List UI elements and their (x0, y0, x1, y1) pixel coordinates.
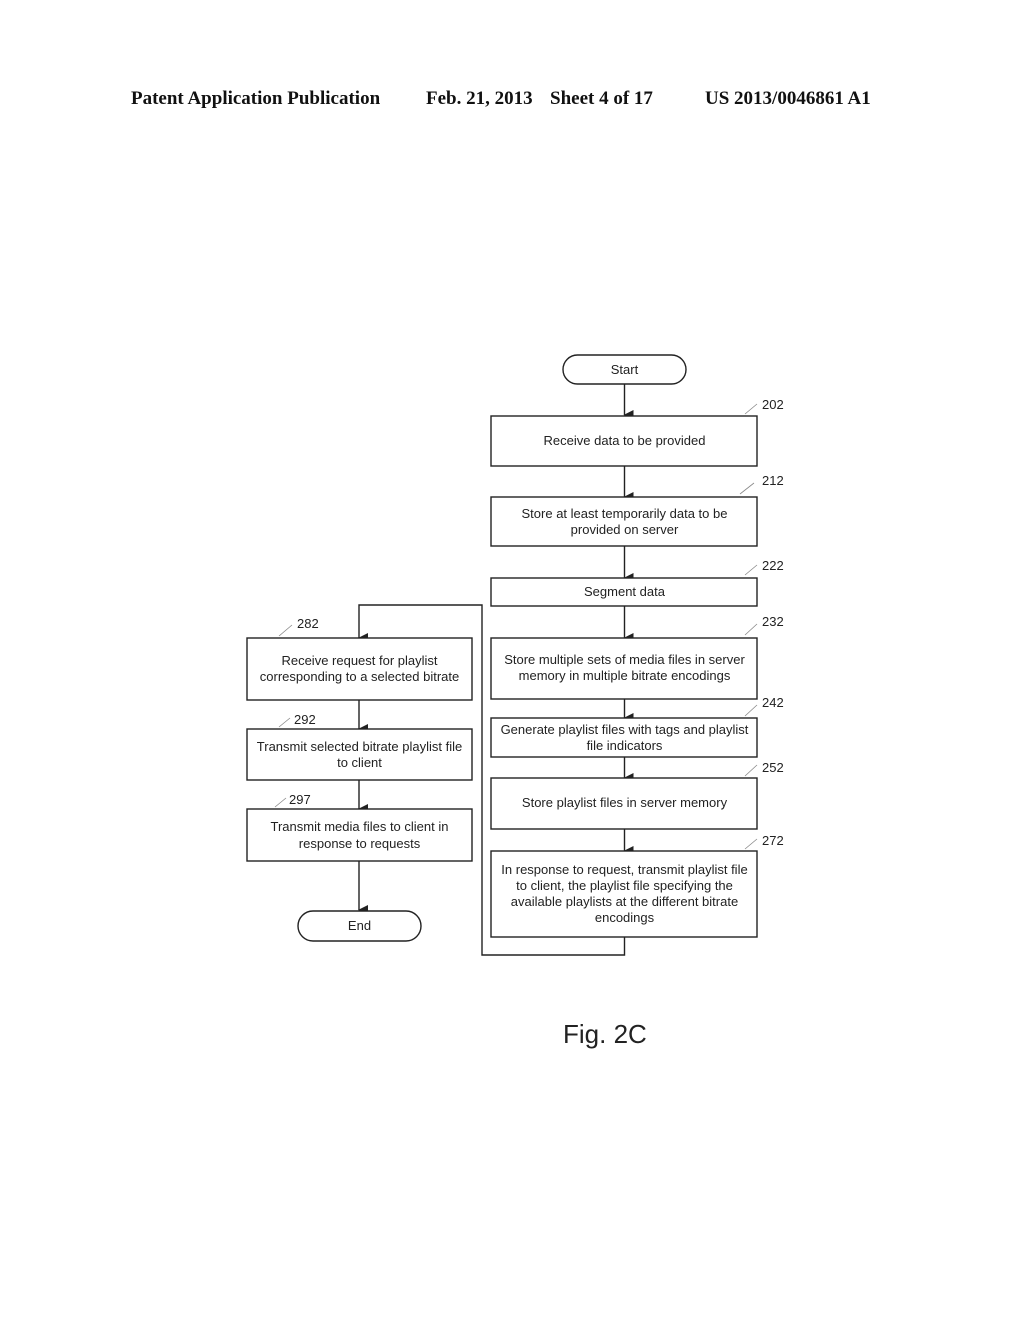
step-252: Store playlist files in server memory 25… (490, 760, 784, 830)
step-text-line: provided on server (571, 522, 679, 537)
step-text-line: Transmit selected bitrate playlist file (257, 739, 462, 754)
step-text-line: corresponding to a selected bitrate (260, 669, 459, 684)
reference-leader (739, 482, 755, 495)
step-242: Generate playlist files with tags and pl… (490, 695, 784, 758)
reference-leader (744, 564, 758, 576)
step-text-line: to client (337, 755, 382, 770)
step-text-line: encodings (595, 910, 655, 925)
step-text-line: Store at least temporarily data to be (522, 506, 728, 521)
reference-leader (744, 403, 758, 415)
start-terminal: Start (562, 354, 687, 385)
reference-leader (278, 717, 291, 728)
step-text-line: file indicators (587, 738, 663, 753)
step-text-line: Receive data to be provided (544, 433, 706, 448)
step-202: Receive data to be provided 202 (490, 397, 784, 467)
step-text-line: Store playlist files in server memory (522, 795, 728, 810)
end-terminal: End (297, 910, 422, 942)
flowchart: Start Receive data to be provided 202 St… (246, 354, 784, 1049)
start-label: Start (611, 362, 639, 377)
step-222: Segment data 222 (490, 558, 784, 607)
step-text-line: Transmit media files to client in (271, 819, 449, 834)
step-text-line: In response to request, transmit playlis… (501, 862, 747, 877)
reference-leader (744, 623, 758, 636)
step-212: Store at least temporarily data to be pr… (490, 473, 784, 547)
step-text-line: Segment data (584, 584, 666, 599)
step-text-line: to client, the playlist file specifying … (516, 878, 733, 893)
reference-leader (744, 764, 758, 777)
reference-number: 242 (762, 695, 784, 710)
step-text-line: Receive request for playlist (281, 653, 437, 668)
reference-number: 202 (762, 397, 784, 412)
reference-leader (274, 797, 287, 808)
step-text-line: Generate playlist files with tags and pl… (501, 722, 749, 737)
reference-number: 292 (294, 712, 316, 727)
reference-leader (744, 838, 758, 850)
reference-number: 212 (762, 473, 784, 488)
reference-number: 222 (762, 558, 784, 573)
reference-number: 232 (762, 614, 784, 629)
reference-leader (744, 704, 758, 717)
end-label: End (348, 918, 371, 933)
step-232: Store multiple sets of media files in se… (490, 614, 784, 700)
reference-number: 297 (289, 792, 311, 807)
reference-leader (278, 624, 293, 637)
step-272: In response to request, transmit playlis… (490, 833, 784, 938)
step-text-line: available playlists at the different bit… (511, 894, 738, 909)
reference-number: 252 (762, 760, 784, 775)
step-text-line: Store multiple sets of media files in se… (504, 652, 745, 667)
reference-number: 272 (762, 833, 784, 848)
figure-label: Fig. 2C (563, 1019, 647, 1049)
reference-number: 282 (297, 616, 319, 631)
step-text-line: response to requests (299, 836, 421, 851)
step-box (246, 808, 473, 862)
step-text-line: memory in multiple bitrate encodings (519, 668, 731, 683)
